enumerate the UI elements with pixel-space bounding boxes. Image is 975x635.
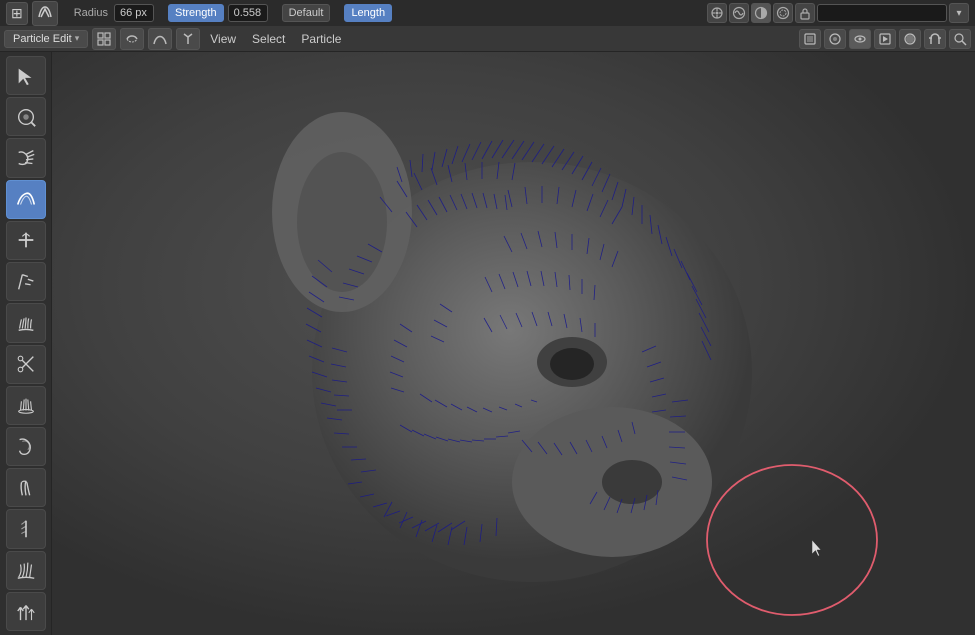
bezier-icon[interactable]: [148, 28, 172, 50]
search-toggle-icon[interactable]: ▾: [949, 3, 969, 23]
lock-icon[interactable]: [795, 3, 815, 23]
topbar-right: ▾: [707, 3, 969, 23]
mode-icon-btn[interactable]: [32, 1, 58, 26]
add-btn[interactable]: [6, 221, 46, 260]
curl-btn[interactable]: [6, 427, 46, 466]
length-btn[interactable]: [6, 262, 46, 301]
mode-dropdown-arrow: ▾: [75, 33, 80, 44]
falloff-btn[interactable]: Default: [282, 4, 331, 22]
viewport[interactable]: [52, 52, 975, 635]
particle-menu[interactable]: Particle: [295, 30, 347, 48]
straighten-btn[interactable]: [6, 509, 46, 548]
mode-selector[interactable]: Particle Edit ▾: [4, 30, 88, 48]
circle-select-icon[interactable]: [824, 29, 846, 49]
length-btn[interactable]: Length: [344, 4, 392, 22]
grid-view-icon[interactable]: [92, 28, 116, 50]
magnet-icon[interactable]: [924, 29, 946, 49]
top-bar: ⊞ Radius 66 px Strength 0.558 Default Le…: [0, 0, 975, 26]
shading-icon[interactable]: [751, 3, 771, 23]
select-circle-btn[interactable]: [6, 97, 46, 136]
search-icon[interactable]: [949, 29, 971, 49]
weight-btn[interactable]: [6, 386, 46, 425]
comb-btn[interactable]: [6, 138, 46, 177]
grow-btn[interactable]: [6, 592, 46, 631]
branch-icon[interactable]: [176, 28, 200, 50]
select-menu[interactable]: Select: [246, 30, 291, 48]
radius-label: Radius: [72, 7, 110, 19]
render-icon[interactable]: [874, 29, 896, 49]
xray-icon[interactable]: [773, 3, 793, 23]
smooth-btn[interactable]: [6, 180, 46, 219]
mode-label: Particle Edit: [13, 33, 72, 45]
radius-value[interactable]: 66 px: [114, 4, 154, 22]
viewport-square-icon[interactable]: [799, 29, 821, 49]
view-menu[interactable]: View: [204, 30, 242, 48]
cut-btn[interactable]: [6, 345, 46, 384]
search-input[interactable]: [817, 4, 947, 22]
viewport-canvas: [52, 52, 975, 635]
material-icon[interactable]: [899, 29, 921, 49]
second-bar: Particle Edit ▾ View Select Particle: [0, 26, 975, 52]
second-bar-right: [799, 29, 971, 49]
strength-value[interactable]: 0.558: [228, 4, 268, 22]
strength-btn[interactable]: Strength: [168, 4, 224, 22]
comb2-btn[interactable]: [6, 551, 46, 590]
node-editor-icon[interactable]: [120, 28, 144, 50]
eye-icon[interactable]: [849, 29, 871, 49]
puff-btn[interactable]: [6, 303, 46, 342]
left-toolbar: [0, 52, 52, 635]
workspace-icon-btn[interactable]: ⊞: [6, 2, 28, 25]
viewport-overlays-icon[interactable]: [729, 3, 749, 23]
gizmo-icon[interactable]: [707, 3, 727, 23]
select-tool-btn[interactable]: [6, 56, 46, 95]
clump-btn[interactable]: [6, 468, 46, 507]
